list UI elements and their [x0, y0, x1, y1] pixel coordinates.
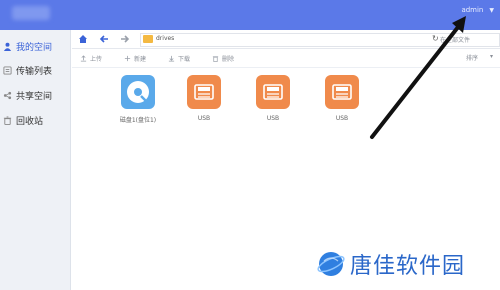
watermark-text: 唐佳软件园	[350, 254, 466, 279]
annotation-arrow	[370, 16, 466, 139]
globe-logo-icon	[317, 252, 345, 276]
watermark: 唐佳软件园	[316, 248, 465, 280]
